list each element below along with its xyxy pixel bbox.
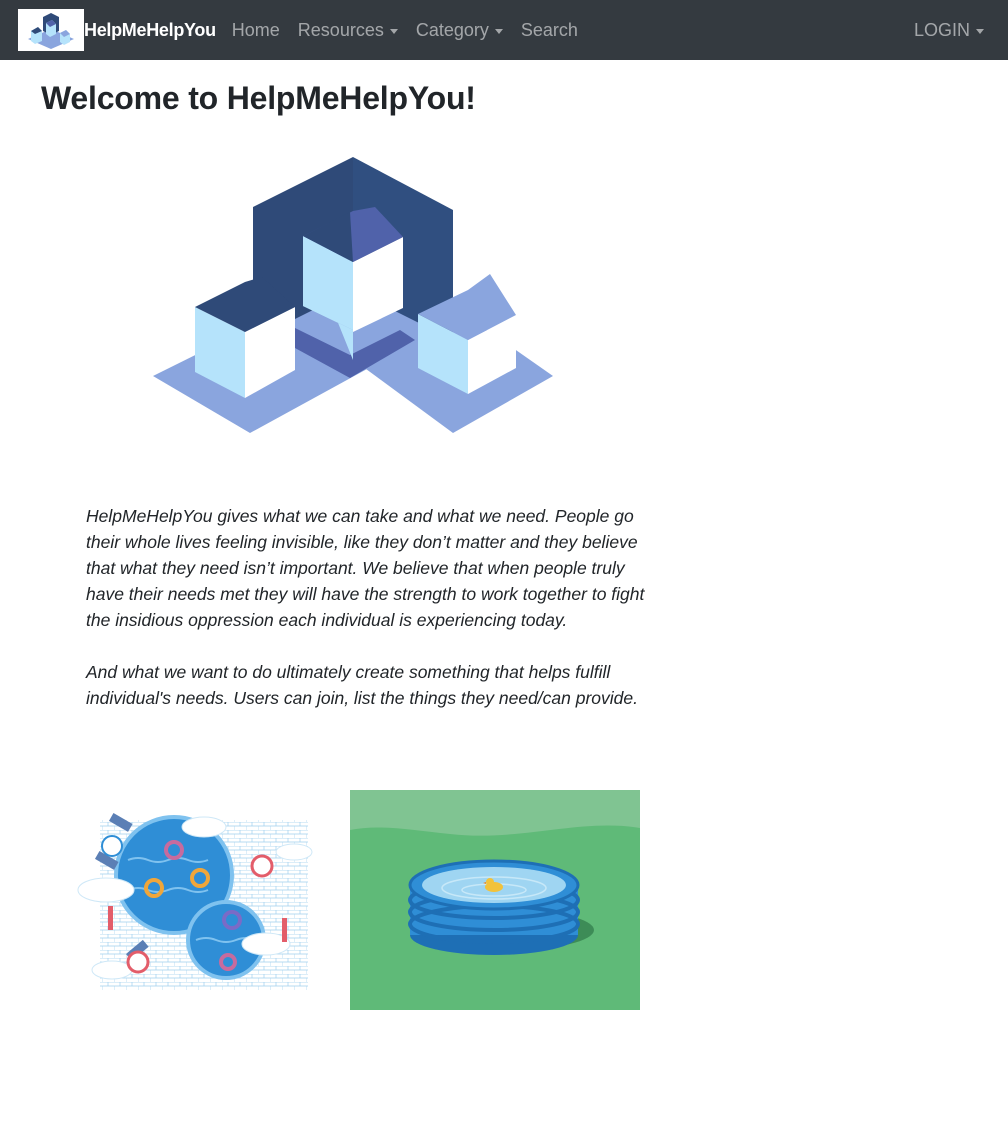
nav-category-dropdown[interactable]: Category [416,20,503,41]
caret-down-icon [976,28,984,34]
brand-logo-icon [18,9,84,51]
nav-resources-label: Resources [297,19,384,40]
nav-category-label: Category [415,19,489,40]
nav-resources-dropdown[interactable]: Resources [298,20,398,41]
login-dropdown[interactable]: LOGIN [914,20,984,41]
nav-search-label: Search [520,19,578,40]
nav-home-label: Home [231,19,280,40]
kiddie-pool-illustration-image [350,790,640,1010]
caret-down-icon [389,28,398,34]
brand-name: HelpMeHelpYou [84,19,216,40]
intro-text: HelpMeHelpYou gives what we can take and… [86,503,656,711]
intro-paragraph: And what we want to do ultimately create… [86,662,638,708]
intro-paragraph: HelpMeHelpYou gives what we can take and… [86,506,645,630]
page-title: Welcome to HelpMeHelpYou! [41,80,476,116]
caret-down-icon [494,28,503,34]
pool-illustration-image [66,790,324,1010]
navbar: HelpMeHelpYou Home Resources Category Se… [0,0,1008,60]
nav-search[interactable]: Search [521,20,578,41]
login-label: LOGIN [913,19,970,40]
hero-houses-illustration [150,150,556,440]
brand-link[interactable]: HelpMeHelpYou [18,9,216,51]
nav-right: LOGIN [914,0,984,60]
nav-home[interactable]: Home [232,20,280,41]
